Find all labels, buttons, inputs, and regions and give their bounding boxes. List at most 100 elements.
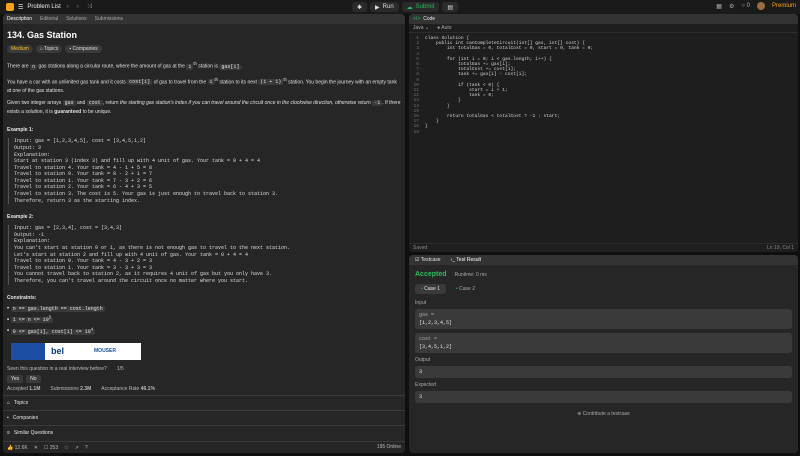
premium-link[interactable]: Premium bbox=[772, 3, 796, 9]
help-icon[interactable]: ? bbox=[85, 445, 88, 451]
output-box: 3 bbox=[415, 366, 792, 378]
example-2-title: Example 2: bbox=[7, 214, 34, 221]
sponsored-ad[interactable]: bel MOUSER bbox=[11, 342, 141, 360]
section-label: Companies bbox=[12, 414, 39, 421]
tab-test-result[interactable]: ›_ Test Result bbox=[451, 257, 482, 263]
description-paragraph-3: Given two integer arrays gas and cost, r… bbox=[7, 99, 401, 117]
expected-box: 3 bbox=[415, 391, 792, 403]
companies-section[interactable]: ▪ Companies bbox=[3, 409, 405, 425]
companies-chip[interactable]: ▪ Companies bbox=[65, 45, 102, 53]
topics-chip[interactable]: ⌂ Topics bbox=[35, 45, 63, 53]
example-line: Input: gas = [2,3,4], cost = [3,4,3] bbox=[14, 225, 123, 232]
constraints-title: Constraints: bbox=[7, 294, 37, 301]
tab-testcase[interactable]: ☑ Testcase bbox=[415, 257, 441, 263]
list-icon: ≡ bbox=[7, 429, 10, 436]
code-toolbar: Java ⌄ ● Auto bbox=[409, 24, 798, 33]
tab-case-2[interactable]: • Case 2 bbox=[450, 284, 481, 294]
input-label: Input bbox=[415, 300, 427, 306]
section-label: Topics bbox=[14, 399, 29, 406]
settings-icon[interactable]: ⚙ bbox=[729, 3, 734, 10]
ad-product-image bbox=[11, 342, 45, 360]
interview-question: Seen this question in a real interview b… bbox=[7, 365, 107, 372]
code-area[interactable]: 1 class Solution {2 public int canComplet… bbox=[409, 33, 798, 135]
streak-counter[interactable]: ○ 0 bbox=[741, 3, 750, 9]
desc-text: , return bbox=[102, 100, 120, 107]
submit-label: Submit bbox=[415, 4, 435, 10]
shuffle-icon[interactable]: ⤨ bbox=[85, 4, 94, 11]
constraint-item: • 1 <= n <= 105 bbox=[7, 316, 54, 324]
superscript: 4 bbox=[90, 328, 94, 333]
desc-italic: the starting gas station's index if you … bbox=[119, 100, 371, 107]
accepted-label: Accepted bbox=[415, 271, 447, 278]
notes-button[interactable]: ▤ bbox=[442, 2, 459, 12]
example-line: Travel to station 4. Your tank = 4 - 1 +… bbox=[14, 164, 153, 171]
expected-label: Expected bbox=[415, 382, 436, 388]
line-number: 19 bbox=[413, 129, 419, 135]
run-button[interactable]: ▶ Run bbox=[370, 2, 399, 12]
prev-problem-icon[interactable]: ‹ bbox=[65, 4, 71, 10]
no-button[interactable]: No bbox=[26, 374, 41, 383]
example-line: Travel to station 0. Your tank = 4 - 3 +… bbox=[14, 258, 153, 265]
top-nav-bar: ☰ Problem List ‹ › ⤨ ✱ ▶ Run ☁ Submit ▤ ▦ … bbox=[0, 0, 800, 14]
comment-icon: ☐ bbox=[43, 444, 49, 451]
contribute-label: Contribute a testcase bbox=[582, 411, 630, 417]
constraint-text: 1 <= n <= 10 bbox=[12, 317, 49, 324]
share-icon[interactable]: ↗ bbox=[75, 445, 79, 451]
tab-case-1[interactable]: • Case 1 bbox=[415, 284, 446, 294]
topics-section[interactable]: ⌂ Topics bbox=[3, 394, 405, 410]
example-2-block: Input: gas = [2,3,4], cost = [3,4,3] Outp… bbox=[8, 225, 401, 285]
building-icon: ▪ bbox=[7, 414, 9, 421]
code-text: tank += gas[i] - cost[i]; bbox=[425, 72, 527, 78]
like-button[interactable]: 👍 12.6K bbox=[7, 445, 28, 451]
constraint-code: 1 <= n <= 105 bbox=[10, 317, 54, 324]
accepted-stat: Accepted 1.1M bbox=[7, 386, 40, 392]
example-line: You can't start at station 0 or 1, as th… bbox=[14, 245, 291, 252]
desc-bold: guaranteed bbox=[54, 109, 82, 116]
avatar[interactable] bbox=[756, 2, 765, 10]
tab-solutions[interactable]: Solutions bbox=[66, 16, 87, 22]
notes-icon: ▤ bbox=[447, 4, 454, 11]
layout-icon[interactable]: ▦ bbox=[716, 3, 722, 10]
play-icon: ▶ bbox=[375, 4, 380, 11]
description-footer: 👍 12.6K ✕ ☐ 253 ☆ ↗ ? bbox=[3, 441, 405, 453]
code-text: } bbox=[425, 103, 450, 109]
tab-submissions[interactable]: Submissions bbox=[95, 16, 123, 22]
debug-button[interactable]: ✱ bbox=[352, 2, 368, 12]
dislike-icon[interactable]: ✕ bbox=[34, 445, 38, 451]
testcase-label: Testcase bbox=[420, 257, 441, 263]
inline-code: gas[i] bbox=[219, 63, 242, 70]
code-text: return totalGas < totalCost ? -1 : start… bbox=[425, 114, 561, 120]
tab-editorial[interactable]: Editorial bbox=[40, 16, 58, 22]
auto-toggle[interactable]: ● Auto bbox=[437, 25, 451, 31]
submit-button[interactable]: ☁ Submit bbox=[401, 2, 440, 12]
code-text: int totalGas = 0, totalCost = 0, start =… bbox=[425, 46, 594, 52]
yes-button[interactable]: Yes bbox=[7, 374, 24, 383]
leetcode-logo-icon[interactable] bbox=[6, 3, 14, 11]
example-line: Input: gas = [1,2,3,4,5], cost = [3,4,5,… bbox=[14, 138, 147, 145]
menu-icon[interactable]: ☰ bbox=[18, 4, 23, 11]
gas-var: gas = bbox=[419, 312, 435, 318]
accepted-value: 1.1M bbox=[29, 385, 41, 392]
similar-questions-section[interactable]: ≡ Similar Questions bbox=[3, 424, 405, 440]
code-line[interactable]: 19 bbox=[409, 130, 798, 135]
desc-text: There are bbox=[7, 63, 31, 70]
constraint-code: 0 <= gas[i], cost[i] <= 104 bbox=[10, 328, 96, 335]
comments-button[interactable]: ☐ 253 bbox=[44, 445, 58, 451]
ad-brand: bel bbox=[51, 346, 65, 357]
contribute-testcase-link[interactable]: ⊕ Contribute a testcase bbox=[415, 411, 792, 417]
case-tabs: • Case 1 • Case 2 bbox=[415, 284, 792, 294]
next-problem-icon[interactable]: › bbox=[75, 4, 81, 10]
example-line: Therefore, return 3 as the starting inde… bbox=[14, 197, 141, 204]
problem-list-link[interactable]: Problem List bbox=[27, 4, 60, 10]
desc-text: station to its next bbox=[217, 79, 259, 86]
desc-text: station is bbox=[196, 63, 220, 70]
cursor-position: Ln 19, Col 1 bbox=[767, 245, 794, 251]
language-select[interactable]: Java ⌄ bbox=[413, 25, 429, 31]
runtime-label: Runtime: 0 ms bbox=[454, 271, 487, 278]
example-line: Explanation: bbox=[14, 238, 51, 245]
description-panel: Description Editorial Solutions Submissi… bbox=[3, 14, 405, 453]
tab-description[interactable]: Description bbox=[7, 16, 32, 22]
saved-status: Saved bbox=[413, 245, 428, 251]
star-icon[interactable]: ☆ bbox=[64, 445, 68, 451]
example-line: Travel to station 1. Your tank = 7 - 3 +… bbox=[14, 177, 153, 184]
